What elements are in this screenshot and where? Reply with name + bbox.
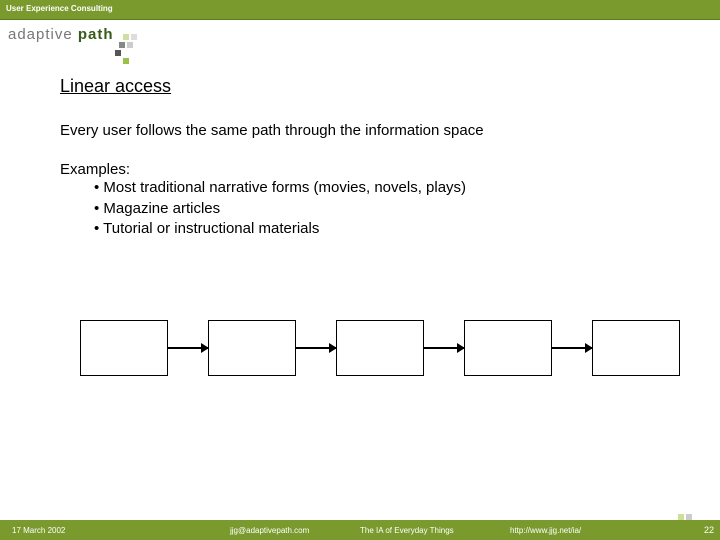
logo-text-adaptive: adaptive	[8, 26, 78, 43]
arrow-right-icon	[552, 347, 592, 349]
footer-page-number: 22	[704, 525, 714, 535]
logo: adaptive path	[0, 20, 720, 70]
footer-url: http://www.jjg.net/ia/	[510, 526, 650, 535]
examples-label: Examples:	[60, 161, 660, 178]
logo-text-path: path	[78, 26, 114, 43]
footer-bar: 17 March 2002 jjg@adaptivepath.com The I…	[0, 520, 720, 540]
list-item: Most traditional narrative forms (movies…	[94, 178, 660, 198]
list-item: Magazine articles	[94, 199, 660, 219]
footer-talk-title: The IA of Everyday Things	[360, 526, 510, 535]
diagram-node	[336, 320, 424, 376]
arrow-right-icon	[296, 347, 336, 349]
footer-email: jjg@adaptivepath.com	[230, 526, 360, 535]
arrow-right-icon	[424, 347, 464, 349]
examples-list: Most traditional narrative forms (movies…	[60, 178, 660, 239]
slide-content: Linear access Every user follows the sam…	[0, 76, 720, 239]
diagram-node	[208, 320, 296, 376]
diagram-node	[80, 320, 168, 376]
arrow-right-icon	[168, 347, 208, 349]
slide-body: Every user follows the same path through…	[60, 121, 660, 141]
list-item: Tutorial or instructional materials	[94, 219, 660, 239]
header-bar: User Experience Consulting	[0, 0, 720, 20]
linear-flow-diagram	[80, 320, 680, 376]
diagram-node	[592, 320, 680, 376]
diagram-node	[464, 320, 552, 376]
header-tagline: User Experience Consulting	[0, 0, 720, 17]
footer-date: 17 March 2002	[0, 526, 230, 535]
slide-title: Linear access	[60, 76, 660, 97]
logo-mark-icon	[115, 34, 145, 64]
